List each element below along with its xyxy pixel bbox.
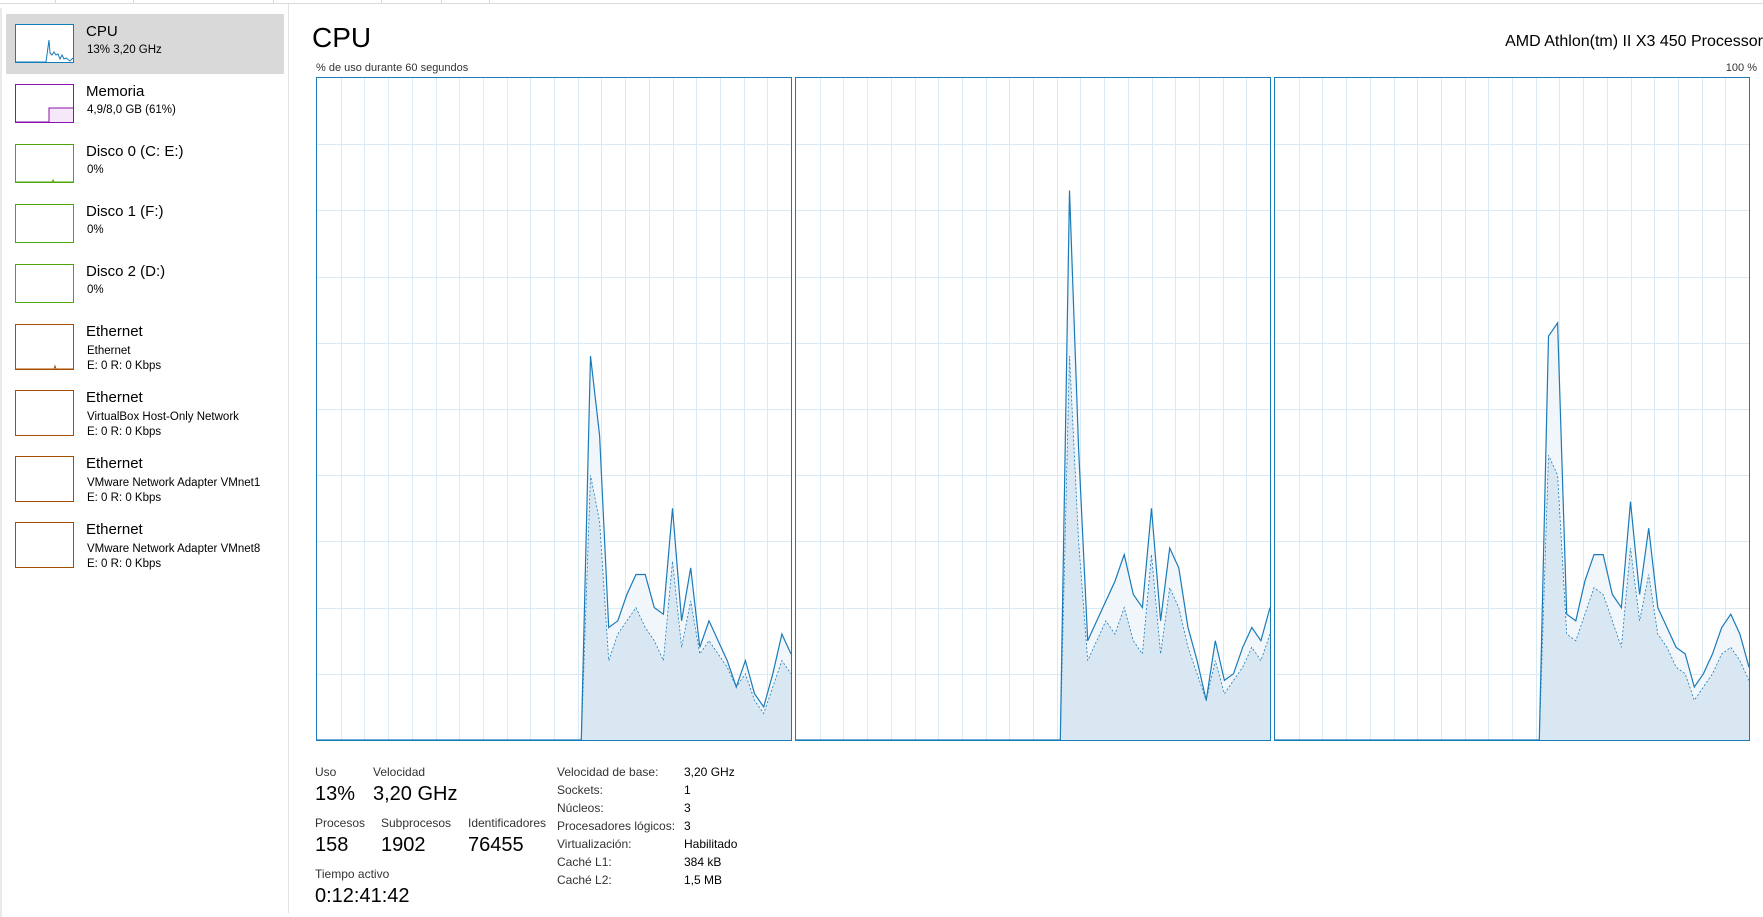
detail-value: 1 <box>684 783 691 797</box>
sidebar-item-memoria[interactable]: Memoria 4,9/8,0 GB (61%) <box>6 74 284 134</box>
tiempo-activo-label: Tiempo activo <box>315 867 390 881</box>
subprocesos-label: Subprocesos <box>381 816 452 830</box>
detail-value: 3 <box>684 801 691 815</box>
tab-startup[interactable] <box>273 0 382 3</box>
velocidad-value: 3,20 GHz <box>373 783 458 805</box>
sidebar-item-title: Ethernet <box>86 389 143 406</box>
sidebar-item-subtitle: 0% <box>87 224 104 236</box>
disk-thumbnail-graph <box>15 264 74 303</box>
cpu-core-graph <box>1274 77 1750 741</box>
sidebar-item-subtitle: VMware Network Adapter VMnet8 <box>87 543 261 555</box>
tab-users[interactable] <box>381 0 442 3</box>
velocidad-label: Velocidad <box>373 765 426 779</box>
tab-processes[interactable] <box>0 0 56 3</box>
sidebar-item-throughput: E: 0 R: 0 Kbps <box>87 426 162 438</box>
subprocesos-value: 1902 <box>381 834 426 856</box>
network-thumbnail-graph <box>15 390 74 436</box>
sidebar: CPU 13% 3,20 GHz Memoria 4,9/8,0 GB (61%… <box>0 4 289 917</box>
memory-thumbnail-graph <box>15 84 74 123</box>
detail-value: Habilitado <box>684 837 738 851</box>
sidebar-item-throughput: E: 0 R: 0 Kbps <box>87 558 162 570</box>
cpu-core-graph <box>795 77 1271 741</box>
sidebar-item-subtitle: 4,9/8,0 GB (61%) <box>87 104 176 116</box>
tiempo-activo-value: 0:12:41:42 <box>315 885 410 907</box>
detail-label: Procesadores lógicos: <box>557 819 676 833</box>
sidebar-item-disco-1[interactable]: Disco 1 (F:) 0% <box>6 194 284 254</box>
tab-app-history[interactable] <box>133 0 274 3</box>
tab-details[interactable] <box>441 0 490 3</box>
uso-value: 13% <box>315 783 356 805</box>
identificadores-value: 76455 <box>468 834 524 856</box>
sidebar-item-throughput: E: 0 R: 0 Kbps <box>87 492 162 504</box>
sidebar-item-disco-2[interactable]: Disco 2 (D:) 0% <box>6 254 284 314</box>
sidebar-item-disco-0[interactable]: Disco 0 (C: E:) 0% <box>6 134 284 194</box>
network-thumbnail-graph <box>15 324 74 370</box>
sidebar-item-ethernet-3[interactable]: Ethernet VMware Network Adapter VMnet8 E… <box>6 512 284 578</box>
sidebar-item-title: CPU <box>86 23 118 40</box>
sidebar-item-subtitle: VMware Network Adapter VMnet1 <box>87 477 261 489</box>
procesos-label: Procesos <box>315 816 366 830</box>
detail-label: Virtualización: <box>557 837 632 851</box>
processor-name: AMD Athlon(tm) II X3 450 Processor <box>1505 33 1763 50</box>
graph-axis-max: 100 % <box>1725 62 1757 74</box>
cpu-core-graph <box>316 77 792 741</box>
sidebar-item-subtitle: VirtualBox Host-Only Network <box>87 411 239 423</box>
sidebar-item-throughput: E: 0 R: 0 Kbps <box>87 360 162 372</box>
sidebar-item-cpu[interactable]: CPU 13% 3,20 GHz <box>6 14 284 74</box>
sidebar-item-title: Disco 2 (D:) <box>86 263 166 280</box>
cpu-thumbnail-graph <box>15 24 74 63</box>
page-title: CPU <box>312 22 372 53</box>
detail-value: 1,5 MB <box>684 873 723 887</box>
sidebar-item-subtitle: Ethernet <box>87 345 131 357</box>
uso-label: Uso <box>315 765 337 779</box>
sidebar-item-title: Ethernet <box>86 455 143 472</box>
tab-performance[interactable] <box>55 0 134 3</box>
sidebar-item-title: Ethernet <box>86 521 143 538</box>
sidebar-item-subtitle: 0% <box>87 284 104 296</box>
detail-label: Velocidad de base: <box>557 765 659 779</box>
sidebar-item-title: Disco 0 (C: E:) <box>86 143 184 160</box>
detail-value: 384 kB <box>684 855 722 869</box>
detail-label: Caché L2: <box>557 873 612 887</box>
detail-label: Caché L1: <box>557 855 612 869</box>
detail-label: Sockets: <box>557 783 604 797</box>
identificadores-label: Identificadores <box>468 816 547 830</box>
network-thumbnail-graph <box>15 522 74 568</box>
procesos-value: 158 <box>315 834 349 856</box>
performance-panel: CPU AMD Athlon(tm) II X3 450 Processor %… <box>289 4 1763 913</box>
detail-label: Núcleos: <box>557 801 604 815</box>
sidebar-item-title: Memoria <box>86 83 145 100</box>
disk-thumbnail-graph <box>15 204 74 243</box>
sidebar-item-title: Ethernet <box>86 323 143 340</box>
disk-thumbnail-graph <box>15 144 74 183</box>
graph-axis-caption: % de uso durante 60 segundos <box>316 62 469 74</box>
sidebar-item-subtitle: 0% <box>87 164 104 176</box>
sidebar-item-ethernet-2[interactable]: Ethernet VMware Network Adapter VMnet1 E… <box>6 446 284 512</box>
detail-value: 3,20 GHz <box>684 765 735 779</box>
sidebar-scrollbar[interactable] <box>0 8 2 917</box>
detail-value: 3 <box>684 819 691 833</box>
network-thumbnail-graph <box>15 456 74 502</box>
sidebar-item-ethernet-1[interactable]: Ethernet VirtualBox Host-Only Network E:… <box>6 380 284 446</box>
sidebar-item-subtitle: 13% 3,20 GHz <box>87 44 162 56</box>
sidebar-item-title: Disco 1 (F:) <box>86 203 164 220</box>
sidebar-item-ethernet-0[interactable]: Ethernet Ethernet E: 0 R: 0 Kbps <box>6 314 284 380</box>
